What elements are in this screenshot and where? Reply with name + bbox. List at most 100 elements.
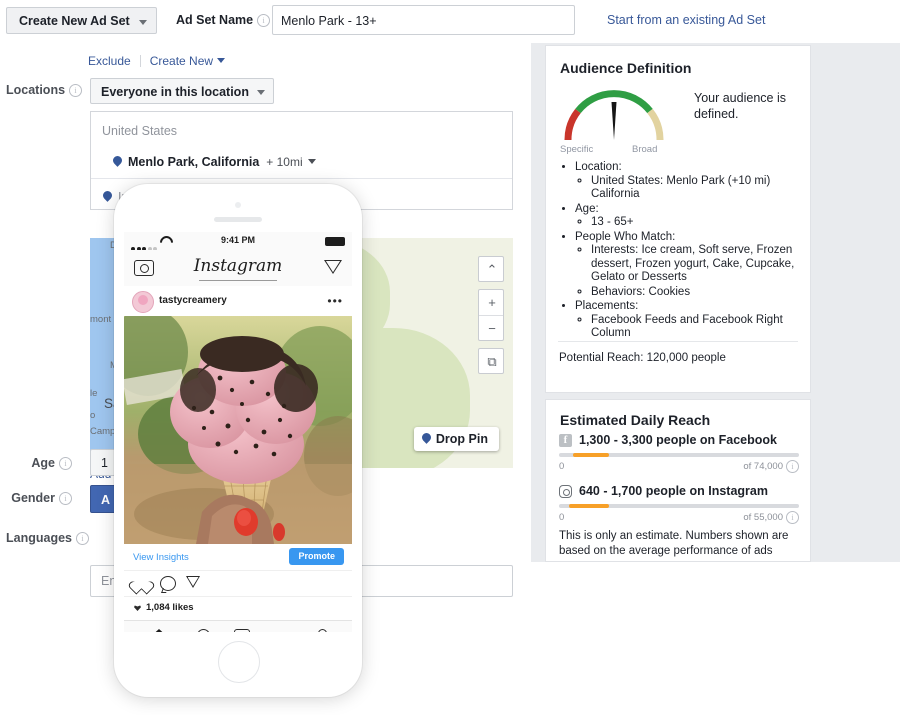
phone-mockup: 9:41 PM Instagram tastycreamery ••• View… bbox=[114, 184, 362, 697]
info-icon[interactable]: i bbox=[59, 492, 72, 505]
right-rail: Audience Definition Specific Broad Your … bbox=[531, 43, 900, 562]
divider bbox=[139, 55, 141, 67]
audience-sub-list: Facebook Feeds and Facebook Right Column bbox=[575, 314, 802, 341]
chevron-up-icon: ⌃ bbox=[486, 262, 498, 277]
gauge-svg bbox=[564, 90, 664, 141]
languages-label-text: Languages bbox=[6, 531, 72, 545]
age-label: Age i bbox=[6, 456, 72, 470]
chevron-down-icon bbox=[138, 20, 147, 25]
instagram-wordmark: Instagram bbox=[193, 256, 283, 276]
map-place-label: mont bbox=[90, 314, 112, 325]
post-action-icons bbox=[124, 570, 352, 597]
instagram-icon bbox=[559, 485, 572, 498]
promote-button[interactable]: Promote bbox=[289, 548, 344, 565]
search-icon[interactable] bbox=[197, 629, 210, 632]
ad-set-name-label-text: Ad Set Name bbox=[176, 13, 254, 27]
create-new-link[interactable]: Create New bbox=[150, 54, 213, 68]
exclude-link[interactable]: Exclude bbox=[88, 54, 131, 68]
phone-status-bar: 9:41 PM bbox=[124, 232, 352, 252]
create-new-ad-set-label: Create New Ad Set bbox=[19, 14, 130, 28]
instagram-tab-bar bbox=[124, 620, 352, 632]
info-icon[interactable]: i bbox=[59, 457, 72, 470]
location-radius-select[interactable]: + 10mi bbox=[266, 155, 316, 169]
audience-definition-title: Audience Definition bbox=[560, 60, 692, 76]
start-from-existing-ad-set-link[interactable]: Start from an existing Ad Set bbox=[607, 13, 765, 27]
post-photo bbox=[124, 316, 352, 544]
post-username[interactable]: tastycreamery bbox=[159, 295, 227, 306]
zoom-out-icon[interactable]: − bbox=[479, 316, 505, 342]
instagram-reach-text: 640 - 1,700 people on Instagram bbox=[579, 484, 768, 498]
like-heart-icon[interactable] bbox=[134, 576, 148, 589]
locations-label-text: Locations bbox=[6, 83, 66, 97]
audience-bullet: Location:United States: Menlo Park (+10 … bbox=[575, 161, 802, 202]
phone-speaker bbox=[214, 217, 262, 222]
map-zoom-controls[interactable]: + − bbox=[478, 289, 504, 341]
home-icon[interactable] bbox=[152, 629, 166, 632]
info-icon[interactable]: i bbox=[257, 14, 271, 27]
chevron-down-icon bbox=[307, 159, 316, 164]
info-icon[interactable]: i bbox=[786, 511, 799, 524]
avatar[interactable] bbox=[132, 291, 154, 313]
activity-heart-icon[interactable] bbox=[274, 629, 288, 632]
more-options-icon[interactable]: ••• bbox=[327, 295, 343, 307]
estimated-daily-reach-card: Estimated Daily Reach f 1,300 - 3,300 pe… bbox=[545, 399, 811, 562]
post-promote-bar: View Insights Promote bbox=[124, 544, 352, 571]
map-place-label: le bbox=[90, 388, 98, 399]
audience-sub-list: 13 - 65+ bbox=[575, 216, 802, 230]
create-new-ad-set-button[interactable]: Create New Ad Set bbox=[6, 7, 157, 34]
estimate-disclaimer: This is only an estimate. Numbers shown … bbox=[559, 530, 789, 557]
location-scope-select[interactable]: Everyone in this location bbox=[90, 78, 274, 104]
info-icon[interactable]: i bbox=[786, 460, 799, 473]
view-insights-link[interactable]: View Insights bbox=[133, 552, 189, 563]
phone-camera-icon bbox=[235, 202, 241, 208]
ad-set-name-input[interactable]: Menlo Park - 13+ bbox=[272, 5, 575, 35]
ad-set-name-label: Ad Set Name i bbox=[176, 13, 271, 27]
exclude-row: Exclude Create New bbox=[88, 54, 226, 68]
languages-label: Languages i bbox=[6, 531, 89, 545]
top-toolbar: Create New Ad Set Ad Set Name i Menlo Par… bbox=[0, 0, 900, 44]
location-scope-value: Everyone in this location bbox=[101, 85, 249, 99]
location-country-label: United States bbox=[102, 124, 178, 138]
zoom-in-icon[interactable]: + bbox=[479, 290, 505, 316]
map-pan-up-button[interactable]: ⌃ bbox=[478, 256, 504, 282]
ice-cream-photo-svg bbox=[124, 316, 352, 544]
chevron-down-icon bbox=[256, 90, 265, 95]
phone-home-button[interactable] bbox=[218, 641, 260, 683]
info-icon[interactable]: i bbox=[76, 532, 89, 545]
audience-sub-list: United States: Menlo Park (+10 mi) Calif… bbox=[575, 175, 802, 202]
info-icon[interactable]: i bbox=[69, 84, 83, 97]
instagram-nav-bar: Instagram bbox=[124, 250, 352, 287]
drop-pin-label: Drop Pin bbox=[435, 432, 488, 446]
profile-icon[interactable] bbox=[314, 629, 328, 632]
audience-bullet: Age:13 - 65+ bbox=[575, 203, 802, 230]
audience-sub-bullet: United States: Menlo Park (+10 mi) Calif… bbox=[591, 175, 802, 202]
audience-bullet: People Who Match:Interests: Ice cream, S… bbox=[575, 231, 802, 300]
audience-summary-list: Location:United States: Menlo Park (+10 … bbox=[558, 161, 802, 342]
gauge-broad-label: Broad bbox=[632, 144, 658, 155]
add-post-icon[interactable] bbox=[234, 629, 250, 632]
status-time: 9:41 PM bbox=[220, 235, 255, 245]
divider bbox=[558, 341, 798, 342]
audience-sub-bullet: 13 - 65+ bbox=[591, 216, 802, 230]
instagram-reach-max: of 55,000 bbox=[743, 512, 783, 523]
map-locate-button[interactable]: ⧉ bbox=[478, 348, 504, 374]
drop-pin-button[interactable]: Drop Pin bbox=[413, 427, 499, 451]
chevron-down-icon[interactable] bbox=[217, 58, 226, 63]
facebook-reach-max: of 74,000 bbox=[743, 461, 783, 472]
map-pin-icon bbox=[113, 156, 122, 168]
direct-message-icon[interactable] bbox=[324, 260, 342, 274]
share-send-icon[interactable] bbox=[186, 576, 200, 588]
comment-icon[interactable] bbox=[160, 576, 176, 591]
wordmark-underline bbox=[199, 280, 277, 281]
likes-count: 1,084 likes bbox=[146, 602, 194, 613]
selected-location-name: Menlo Park, California bbox=[128, 155, 260, 169]
facebook-reach-min: 0 bbox=[559, 461, 565, 472]
potential-reach-text: Potential Reach: 120,000 people bbox=[559, 352, 726, 364]
map-place-label: o bbox=[90, 410, 96, 421]
selected-location-item[interactable]: Menlo Park, California + 10mi bbox=[113, 153, 316, 171]
phone-screen: 9:41 PM Instagram tastycreamery ••• View… bbox=[124, 232, 352, 632]
audience-sub-bullet: Facebook Feeds and Facebook Right Column bbox=[591, 314, 802, 341]
facebook-reach-fill bbox=[573, 453, 609, 457]
gauge-specific-label: Specific bbox=[560, 144, 594, 155]
facebook-reach-text: 1,300 - 3,300 people on Facebook bbox=[579, 433, 777, 447]
